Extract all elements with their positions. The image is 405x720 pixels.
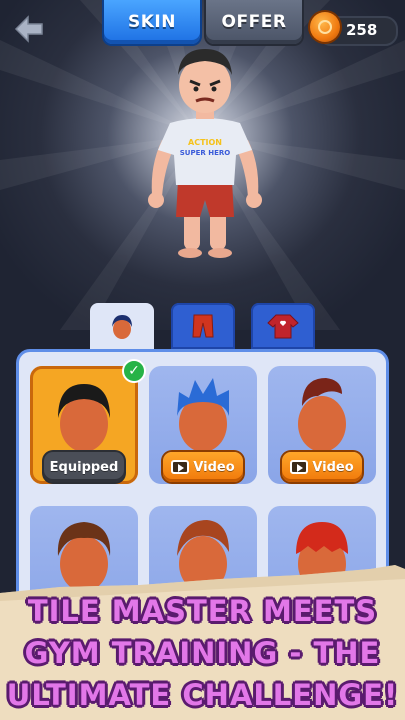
promo-line-1: TILE MASTER MEETS xyxy=(27,594,378,628)
watch-video-button[interactable]: Video xyxy=(163,452,243,482)
tab-skin[interactable]: SKIN xyxy=(104,0,200,44)
tab-offer[interactable]: OFFER xyxy=(206,0,302,44)
hair-icon xyxy=(112,315,132,339)
watch-video-button[interactable]: Video xyxy=(282,452,362,482)
shirt-text-line2: SUPER HERO xyxy=(180,149,230,157)
video-icon xyxy=(290,460,309,474)
pants-icon xyxy=(192,314,214,338)
promo-line-2: GYM TRAINING - THE xyxy=(24,636,381,670)
shirt-icon xyxy=(267,314,299,339)
coin-value: 258 xyxy=(346,21,378,39)
tab-pants[interactable] xyxy=(171,303,235,349)
video-label: Video xyxy=(193,459,235,475)
promo-line-3: ULTIMATE CHALLENGE! xyxy=(6,678,399,712)
back-arrow-icon[interactable] xyxy=(14,14,44,44)
coin-icon xyxy=(310,12,340,42)
character-preview: ACTION SUPER HERO xyxy=(148,49,262,258)
check-icon: ✓ xyxy=(122,359,146,383)
equipped-button: Equipped xyxy=(44,452,124,482)
video-icon xyxy=(171,460,190,474)
video-label: Video xyxy=(312,459,354,475)
tab-shirt[interactable] xyxy=(251,303,315,349)
hair-red-pompadour-icon xyxy=(298,378,346,452)
hair-blue-spiky-icon xyxy=(177,378,229,452)
shirt-text-line1: ACTION xyxy=(188,138,222,147)
hair-black-short-icon xyxy=(58,384,110,452)
promo-title: TILE MASTER MEETS GYM TRAINING - THE ULT… xyxy=(0,590,405,716)
tab-hair[interactable] xyxy=(90,303,154,349)
